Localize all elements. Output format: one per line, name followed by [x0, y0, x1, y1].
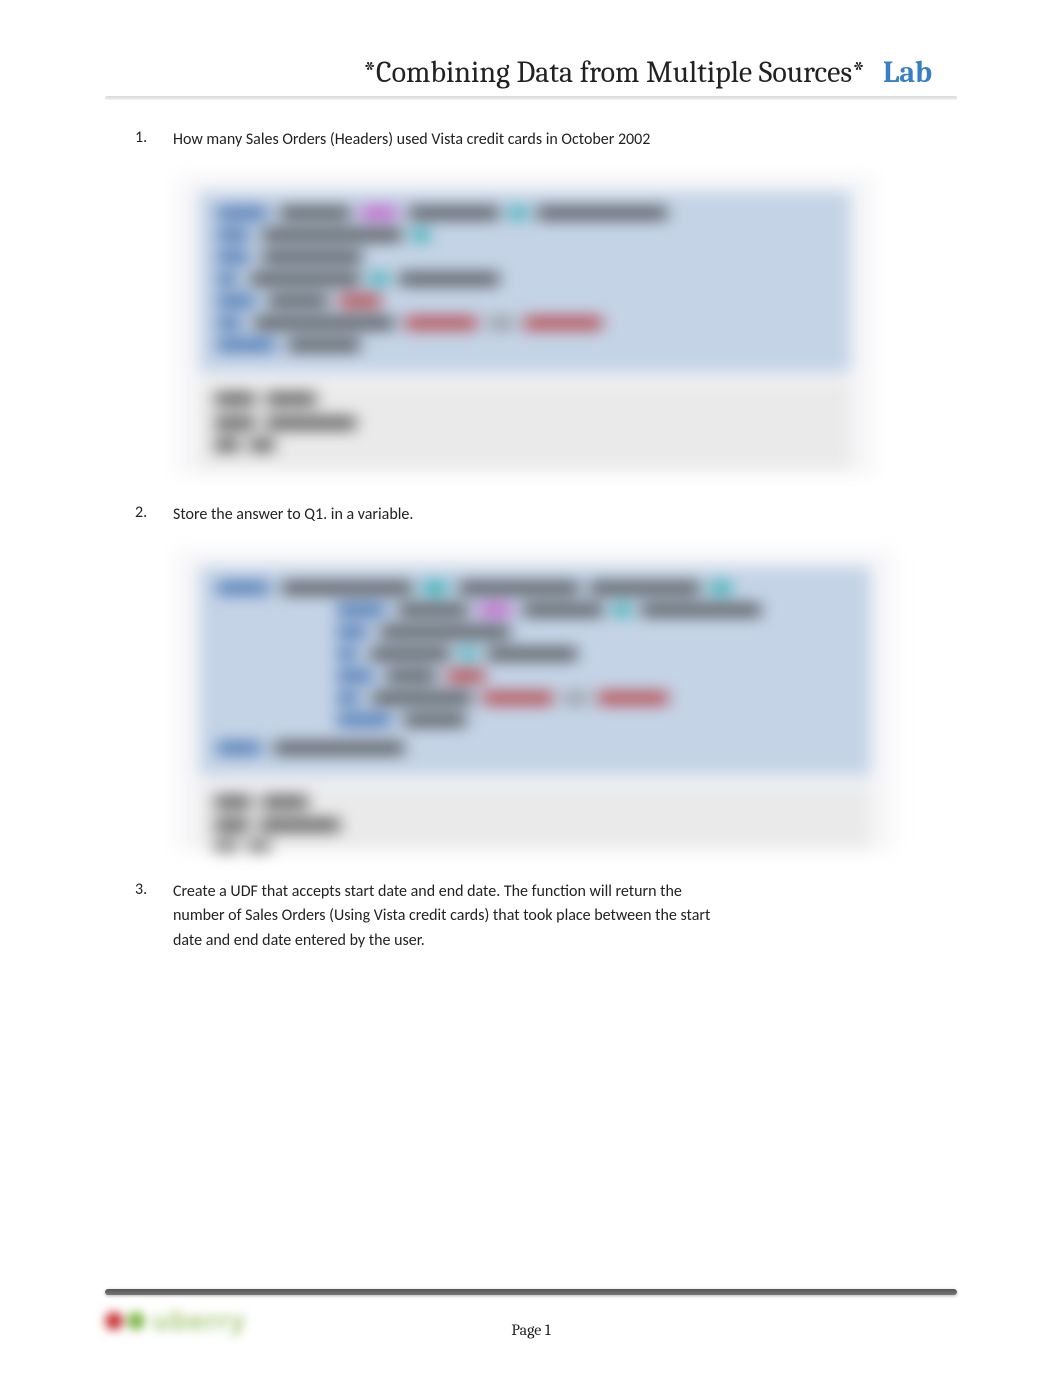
question-text: Create a UDF that accepts start date and… — [173, 880, 733, 954]
question-number: 2. — [135, 503, 173, 528]
code-screenshot-2 — [175, 550, 895, 850]
question-text: Store the answer to Q1. in a variable. — [173, 503, 413, 528]
page-number: Page 1 — [511, 1321, 550, 1339]
question-text: How many Sales Orders (Headers) used Vis… — [173, 128, 650, 153]
footer: uberry Page 1 — [105, 1289, 957, 1337]
header: *Combining Data from Multiple Sources* L… — [105, 55, 957, 90]
question-3: 3. Create a UDF that accepts start date … — [105, 880, 957, 954]
code-screenshot-1 — [175, 175, 875, 475]
footer-divider — [105, 1289, 957, 1295]
header-divider — [105, 96, 957, 100]
logo-dot-icon — [105, 1312, 123, 1330]
question-number: 3. — [135, 880, 173, 954]
page-title: *Combining Data from Multiple Sources* — [363, 55, 865, 90]
question-number: 1. — [135, 128, 173, 153]
lab-label: Lab — [883, 55, 932, 90]
question-2: 2. Store the answer to Q1. in a variable… — [105, 503, 957, 528]
brand-logo: uberry — [105, 1305, 246, 1337]
logo-dot-icon — [127, 1312, 145, 1330]
document-page: *Combining Data from Multiple Sources* L… — [0, 0, 1062, 1016]
question-1: 1. How many Sales Orders (Headers) used … — [105, 128, 957, 153]
logo-text: uberry — [153, 1305, 246, 1337]
